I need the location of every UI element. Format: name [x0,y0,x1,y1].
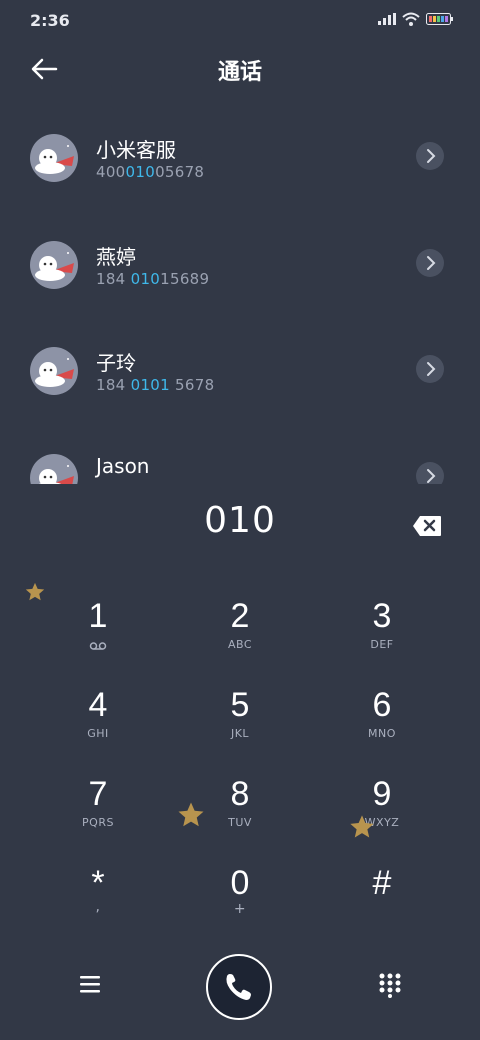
key-letters: WXYZ [364,816,400,829]
call-button[interactable] [206,954,272,1020]
dialpad-icon[interactable] [378,972,402,998]
match-highlight: 010 [130,270,161,288]
match-highlight: 0101 [130,376,170,394]
contact-number: 184 0101 5678 [96,376,215,394]
contact-detail-button[interactable] [416,462,444,484]
status-icons [378,12,454,26]
battery-icon [426,13,453,25]
key-letters: MNO [368,727,396,740]
avatar [30,134,78,182]
key-letters: ABC [227,638,253,651]
header: 通话 [0,40,480,100]
voicemail-icon [89,642,107,650]
key-digit: 3 [372,597,392,635]
key-0[interactable]: 0 + [180,863,300,943]
key-7[interactable]: 7 PQRS [38,774,158,854]
key-digit: 9 [372,775,392,813]
key-letters: DEF [370,638,394,651]
star-icon [350,815,374,838]
wifi-icon [402,12,420,26]
key-letters: , [95,899,101,915]
star-icon [178,802,204,827]
key-digit: 7 [88,775,108,813]
phone-icon [226,974,251,1000]
key-letters: JKL [230,727,250,740]
avatar [30,454,78,484]
contact-row[interactable]: 子玲 184 0101 5678 [0,313,480,419]
avatar [30,347,78,395]
key-6[interactable]: 6 MNO [322,685,442,765]
contact-name: 燕婷 [96,245,136,269]
key-digit: 6 [372,686,392,724]
contact-detail-button[interactable] [416,355,444,383]
key-digit: 1 [88,597,108,635]
contact-detail-button[interactable] [416,142,444,170]
key-3[interactable]: 3 DEF [322,596,442,676]
contact-name: 小米客服 [96,138,176,162]
key-digit: 2 [230,597,250,635]
avatar [30,241,78,289]
signal-icon [378,13,396,25]
key-letters: GHI [87,727,109,740]
key-digit: # [372,864,392,902]
contact-number: 40001005678 [96,163,205,181]
contact-row[interactable]: Jason [0,420,480,484]
contact-number: 184 01015689 [96,270,210,288]
key-hash[interactable]: # [322,863,442,943]
bottom-bar [0,950,480,1040]
key-digit: 4 [88,686,108,724]
key-digit: 5 [230,686,250,724]
chevron-right-icon [427,256,436,270]
page-title: 通话 [217,60,262,85]
menu-icon[interactable] [78,972,104,996]
key-star[interactable]: * , [38,863,158,943]
contact-row[interactable]: 小米客服 40001005678 [0,100,480,206]
contact-name: 子玲 [96,351,136,375]
chevron-right-icon [427,362,436,376]
contact-name: Jason [96,454,150,478]
key-digit: 0 [230,864,250,902]
contact-list: 小米客服 40001005678 燕婷 184 01015689 子玲 184 … [0,100,480,484]
key-2[interactable]: 2 ABC [180,596,300,676]
key-9[interactable]: 9 WXYZ [322,774,442,854]
dial-number-display: 010 [204,500,276,541]
key-letters: PQRS [82,816,114,829]
contact-detail-button[interactable] [416,249,444,277]
key-5[interactable]: 5 JKL [180,685,300,765]
match-highlight: 010 [125,163,156,181]
star-icon [25,582,45,601]
key-4[interactable]: 4 GHI [38,685,158,765]
contact-row[interactable]: 燕婷 184 01015689 [0,207,480,313]
key-letters: + [233,901,247,917]
status-bar: 2:36 [0,0,480,40]
key-1[interactable]: 1 [38,596,158,676]
key-digit: * [91,864,105,902]
backspace-icon[interactable] [412,515,442,537]
chevron-right-icon [427,469,436,483]
chevron-right-icon [427,149,436,163]
status-time: 2:36 [30,11,70,30]
